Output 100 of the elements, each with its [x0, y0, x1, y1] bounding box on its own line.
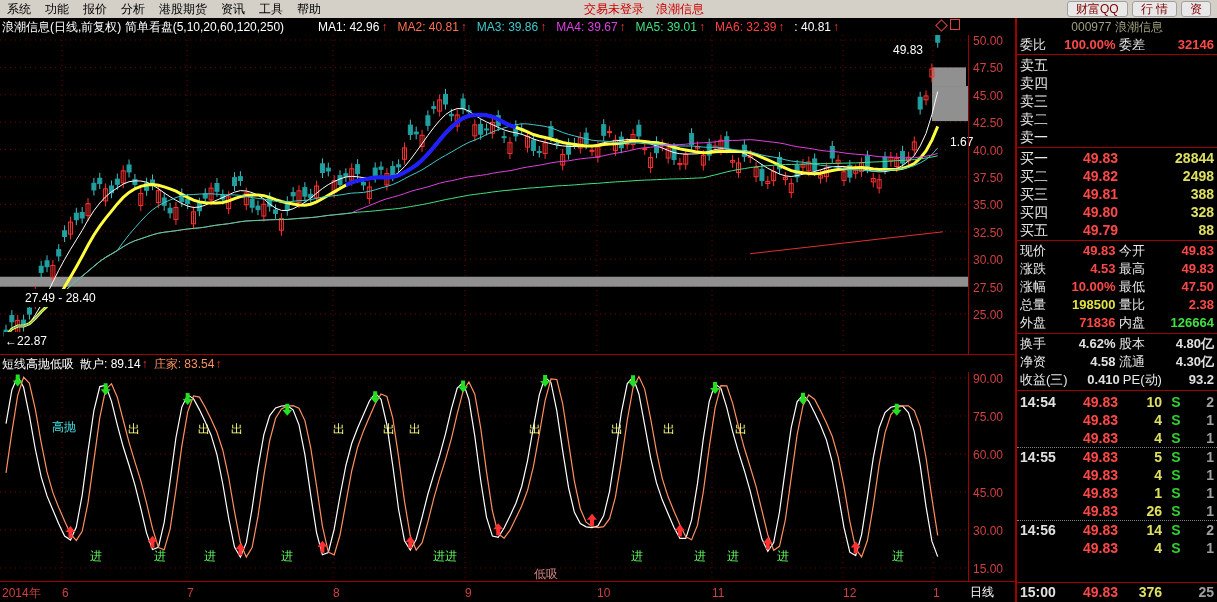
quote-label: 最高: [1118, 260, 1145, 279]
quote-label: 最低: [1118, 278, 1145, 297]
trade-price: 49.83: [1081, 501, 1118, 521]
trade-side: S: [1170, 501, 1182, 521]
quote-value: 49.83: [1180, 260, 1214, 279]
quote-value: 47.50: [1180, 278, 1214, 297]
toolbar-button[interactable]: 行 情: [1131, 1, 1177, 17]
trade-side: S: [1170, 410, 1182, 430]
quote-label: 内盘: [1118, 314, 1145, 333]
up-arrow-icon: ↑: [215, 354, 222, 373]
quote-label: 今开: [1118, 242, 1145, 261]
quote-label: PE(动): [1122, 371, 1162, 390]
time-axis-label: 2014年: [2, 585, 41, 602]
menu-item[interactable]: 港股期货: [152, 0, 214, 18]
trade-count: 1: [1205, 501, 1214, 521]
trade-price: 49.83: [1081, 392, 1118, 412]
quote-value: 126664: [1169, 314, 1214, 333]
toolbar-button[interactable]: 资: [1181, 1, 1211, 17]
stock-header: 000977 浪潮信息: [1070, 19, 1164, 36]
quote-value: 71836: [1078, 314, 1116, 333]
trade-side: S: [1170, 483, 1182, 503]
signal-label: 低吸: [534, 566, 558, 583]
quote-value: 4.58: [1089, 353, 1116, 372]
status-link[interactable]: 交易未登录: [578, 0, 650, 18]
trade-volume: 14: [1145, 520, 1162, 540]
menu-item[interactable]: 系统: [0, 0, 38, 18]
order-book-label: 买一: [1020, 148, 1049, 168]
up-arrow-icon: ↑: [540, 17, 547, 36]
quote-label: 股本: [1118, 335, 1145, 354]
moving-average-value: MA4: 39.67: [556, 18, 618, 36]
signal-label: 高抛: [52, 419, 76, 436]
axis-label: 60.00: [973, 447, 1004, 464]
order-book-label: 买五: [1020, 220, 1049, 240]
toolbar-button[interactable]: 财富QQ: [1067, 1, 1128, 17]
quote-label: 收益(三): [1020, 371, 1068, 390]
quote-label: 换手: [1020, 335, 1046, 354]
time-axis-label: 8: [333, 585, 340, 602]
axis-label: 37.50: [973, 170, 1004, 187]
quote-value: 93.2: [1187, 371, 1214, 390]
trade-count: 1: [1205, 428, 1214, 448]
signal-label: 进: [154, 548, 166, 565]
price-label: 27.49 - 28.40: [24, 289, 97, 307]
menu-item[interactable]: 工具: [252, 0, 290, 18]
trade-count: 1: [1205, 410, 1214, 430]
trade-side: S: [1170, 465, 1182, 485]
axis-label: 25.00: [973, 307, 1004, 324]
axis-label: 45.00: [973, 87, 1004, 105]
up-arrow-icon: ↑: [141, 354, 148, 373]
trade-volume: 4: [1153, 538, 1162, 558]
moving-average-value: MA2: 40.81: [397, 18, 459, 36]
axis-label: 47.50: [973, 60, 1004, 78]
time-axis-label: 11: [712, 585, 725, 602]
time-axis-label: 6: [62, 585, 69, 602]
signal-label: 出: [231, 421, 243, 438]
trade-volume: 376: [1137, 583, 1162, 602]
quote-label: 总量: [1020, 296, 1046, 315]
menu-item[interactable]: 帮助: [290, 0, 328, 18]
indicator-value: 散户: 89.14: [80, 355, 141, 373]
trade-price: 49.83: [1081, 483, 1118, 503]
axis-label: 15.00: [973, 560, 1004, 578]
order-book-label: 卖一: [1020, 127, 1048, 147]
bid-price: 49.80: [1081, 202, 1118, 222]
trade-price: 49.83: [1081, 410, 1118, 430]
moving-average-value: MA6: 32.39: [714, 18, 777, 36]
menu-item[interactable]: 分析: [114, 0, 152, 18]
trade-side: S: [1170, 447, 1182, 467]
trade-time: 14:56: [1020, 520, 1057, 540]
order-book-label: 卖四: [1020, 73, 1048, 93]
quote-value: 32146: [1176, 36, 1214, 55]
signal-label: 进: [892, 548, 904, 565]
status-link[interactable]: 浪潮信息: [650, 0, 710, 18]
axis-label: 30.00: [973, 252, 1004, 270]
signal-label: 进: [777, 548, 789, 565]
menu-item[interactable]: 功能: [38, 0, 76, 18]
quote-value: 49.83: [1180, 242, 1214, 261]
menu-item[interactable]: 资讯: [214, 0, 252, 18]
trade-price: 49.83: [1081, 447, 1118, 467]
signal-label: 进进: [433, 548, 457, 565]
signal-label: 出: [128, 421, 140, 438]
quote-label: 量比: [1118, 296, 1145, 315]
trade-count: 2: [1205, 520, 1214, 540]
moving-average-value: MA5: 39.01: [635, 18, 697, 36]
up-arrow-icon: ↑: [833, 17, 840, 36]
trade-side: S: [1170, 520, 1182, 540]
moving-average-value: : 40.81: [794, 18, 832, 36]
trade-count: 1: [1205, 483, 1214, 503]
trade-price: 49.83: [1081, 428, 1118, 448]
trade-price: 49.83: [1081, 538, 1118, 558]
bid-price: 49.81: [1081, 184, 1118, 204]
indicator-title: 短线高抛低吸: [1, 355, 74, 373]
quote-label: 外盘: [1020, 314, 1046, 333]
signal-label: 出: [198, 421, 210, 438]
quote-value: 0.410: [1086, 371, 1120, 390]
time-axis-label: 10: [597, 585, 611, 602]
up-arrow-icon: ↑: [460, 17, 467, 36]
trade-side: S: [1170, 428, 1182, 448]
menu-item[interactable]: 报价: [76, 0, 114, 18]
trade-volume: 4: [1153, 465, 1162, 485]
signal-label: 进: [90, 548, 102, 565]
quote-value: 49.83: [1081, 242, 1116, 261]
